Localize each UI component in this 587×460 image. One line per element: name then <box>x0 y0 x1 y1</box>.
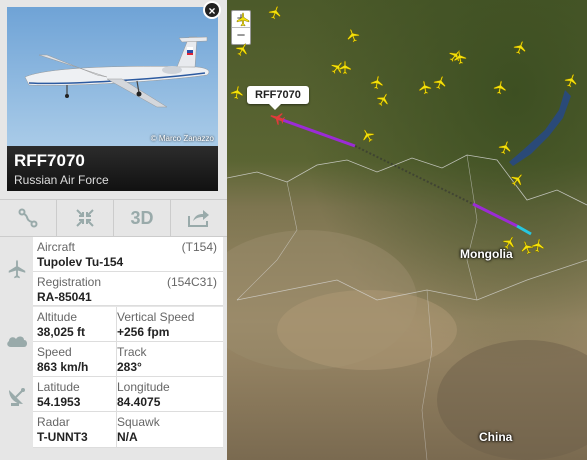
fit-view-icon <box>76 209 94 227</box>
aircraft-marker-icon[interactable] <box>337 60 353 76</box>
track-label: Track <box>117 345 147 359</box>
share-icon <box>188 210 209 227</box>
aircraft-marker-icon[interactable] <box>229 85 245 101</box>
aircraft-marker-icon[interactable] <box>235 12 251 28</box>
route-button[interactable] <box>0 200 57 236</box>
aircraft-cell: Aircraft Tupolev Tu-154 (T154) <box>33 237 223 272</box>
longitude-label: Longitude <box>117 380 170 394</box>
aircraft-marker-icon[interactable] <box>432 75 448 91</box>
aircraft-section-icon <box>0 237 33 303</box>
aircraft-marker-icon[interactable] <box>492 80 508 96</box>
longitude-value: 84.4075 <box>117 395 161 409</box>
fit-view-button[interactable] <box>57 200 114 236</box>
share-button[interactable] <box>171 200 227 236</box>
aircraft-marker-icon[interactable] <box>452 50 468 66</box>
aircraft-marker-icon[interactable] <box>369 75 385 91</box>
position-section-icon <box>0 378 33 414</box>
aircraft-marker-icon[interactable] <box>267 5 283 21</box>
aircraft-marker-icon[interactable] <box>512 40 528 56</box>
altitude-row: Altitude 38,025 ft Vertical Speed +256 f… <box>33 307 223 342</box>
route-icon <box>18 208 38 228</box>
aircraft-marker-icon[interactable] <box>530 238 546 254</box>
vertical-speed-value: +256 fpm <box>117 325 170 339</box>
airline-name: Russian Air Force <box>14 173 109 187</box>
cloud-icon <box>6 336 27 347</box>
aircraft-value: Tupolev Tu-154 <box>37 255 124 269</box>
callsign: RFF7070 <box>14 151 85 170</box>
column-divider <box>116 307 117 448</box>
squawk-label: Squawk <box>117 415 160 429</box>
aircraft-marker-icon[interactable] <box>509 172 525 188</box>
flight-map[interactable]: + − RFF7070 Mongolia China <box>227 0 587 460</box>
weather-section-icon <box>0 305 33 375</box>
aircraft-marker-icon[interactable] <box>501 235 517 251</box>
squawk-value: N/A <box>117 430 138 444</box>
3d-view-button[interactable]: 3D <box>114 200 171 236</box>
aircraft-marker-icon[interactable] <box>417 80 433 96</box>
position-row: Latitude 54.1953 Longitude 84.4075 <box>33 377 223 412</box>
aircraft-marker-icon[interactable] <box>360 128 376 144</box>
photo-credit[interactable]: © Marco Zanazzo <box>151 134 214 143</box>
callsign-header: RFF7070 Russian Air Force <box>7 146 218 191</box>
aircraft-photo[interactable]: © Marco Zanazzo <box>7 7 218 146</box>
plane-icon <box>8 259 25 279</box>
aircraft-type-code: (T154) <box>181 240 217 254</box>
speed-row: Speed 863 km/h Track 283° <box>33 342 223 377</box>
flight-label[interactable]: RFF7070 <box>247 86 309 110</box>
vertical-speed-label: Vertical Speed <box>117 310 195 324</box>
country-label-china: China <box>479 430 513 444</box>
track-value: 283° <box>117 360 142 374</box>
aircraft-marker-icon[interactable] <box>497 140 513 156</box>
map-terrain <box>227 0 587 460</box>
aircraft-marker-icon[interactable] <box>563 73 579 89</box>
radar-dish-icon <box>8 388 25 406</box>
aircraft-marker-icon[interactable] <box>345 28 361 44</box>
registration-value: RA-85041 <box>37 290 92 304</box>
panel-toolbar: 3D <box>0 199 227 237</box>
registration-cell: Registration RA-85041 (154C31) <box>33 272 223 306</box>
registration-code: (154C31) <box>166 275 217 289</box>
selected-plane-icon[interactable] <box>269 110 285 126</box>
aircraft-marker-icon[interactable] <box>234 42 250 58</box>
radar-row: Radar T-UNNT3 Squawk N/A <box>33 412 223 448</box>
flight-info-panel: × © Marco Zanazzo RFF7070 Russian Air Fo… <box>0 0 227 460</box>
aircraft-marker-icon[interactable] <box>375 92 391 108</box>
close-button[interactable]: × <box>203 1 221 19</box>
